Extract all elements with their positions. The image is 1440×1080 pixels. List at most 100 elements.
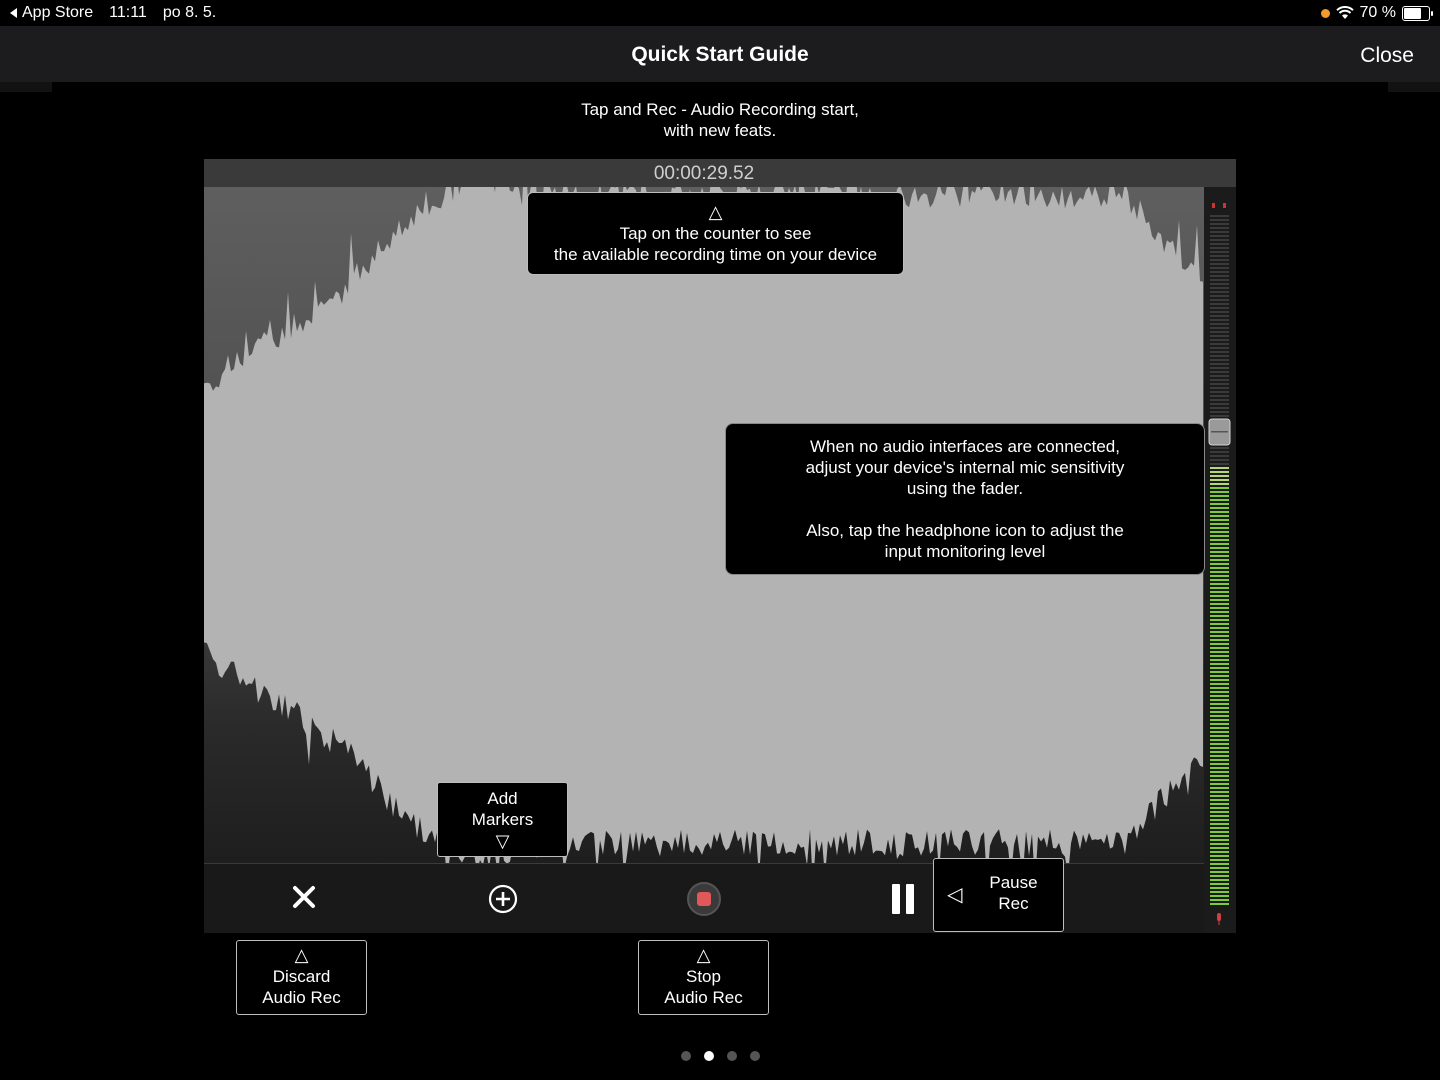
meter-segment — [1210, 871, 1229, 873]
meter-segment — [1210, 463, 1229, 465]
status-time: 11:11 — [109, 4, 147, 21]
meter-peak-right — [1223, 203, 1226, 208]
meter-segment — [1210, 407, 1229, 409]
meter-segment — [1210, 631, 1229, 633]
meter-segment — [1210, 411, 1229, 413]
meter-segment — [1210, 751, 1229, 753]
meter-segment — [1210, 895, 1229, 897]
stop-record-button[interactable] — [687, 882, 721, 916]
meter-segment — [1210, 687, 1229, 689]
level-meter-graphic — [1208, 203, 1231, 925]
meter-segment — [1210, 355, 1229, 357]
mic-icon-stand — [1218, 921, 1220, 925]
meter-segment — [1210, 391, 1229, 393]
meter-segment — [1210, 323, 1229, 325]
meter-segment — [1210, 339, 1229, 341]
page-dot-1[interactable] — [680, 1051, 691, 1061]
meter-segment — [1210, 767, 1229, 769]
meter-segment — [1210, 487, 1229, 489]
time-counter[interactable]: 00:00:29.52 — [204, 163, 1204, 185]
meter-segment — [1210, 351, 1229, 353]
fader-handle-line — [1211, 431, 1228, 433]
nav-bar: Quick Start Guide Close — [0, 26, 1440, 82]
meter-segment — [1210, 491, 1229, 493]
meter-segment — [1210, 635, 1229, 637]
close-button[interactable]: Close — [1360, 44, 1414, 68]
meter-segment — [1210, 527, 1229, 529]
meter-segment — [1210, 331, 1229, 333]
meter-segment — [1210, 663, 1229, 665]
meter-segment — [1210, 579, 1229, 581]
meter-segment — [1210, 395, 1229, 397]
meter-segment — [1210, 539, 1229, 541]
close-x-icon — [293, 886, 315, 908]
meter-segment — [1210, 603, 1229, 605]
meter-segment — [1210, 247, 1229, 249]
meter-segment — [1210, 315, 1229, 317]
meter-segment — [1210, 827, 1229, 829]
meter-segment — [1210, 795, 1229, 797]
meter-segment — [1210, 739, 1229, 741]
fader-callout-line-1: When no audio interfaces are connected, — [810, 437, 1120, 456]
page-dot-4[interactable] — [749, 1051, 760, 1061]
discard-button[interactable] — [289, 882, 319, 912]
meter-segment — [1210, 615, 1229, 617]
meter-segment — [1210, 507, 1229, 509]
status-date: po 8. 5. — [162, 4, 217, 21]
fader-callout-line-2: adjust your device's internal mic sensit… — [805, 458, 1125, 477]
mic-icon — [1217, 913, 1221, 921]
meter-segment — [1210, 719, 1229, 721]
level-meter-fader[interactable] — [1204, 187, 1236, 933]
meter-segment — [1210, 571, 1229, 573]
meter-segment — [1210, 679, 1229, 681]
meter-segment — [1210, 215, 1229, 217]
meter-segment — [1210, 879, 1229, 881]
battery-percent: 70 % — [1359, 4, 1396, 21]
subtitle-line-2: with new feats. — [663, 121, 777, 140]
meter-segment — [1210, 759, 1229, 761]
pause-button[interactable] — [892, 884, 916, 914]
meter-segment — [1210, 375, 1229, 377]
meter-peak-left — [1212, 203, 1215, 208]
meter-segment — [1210, 695, 1229, 697]
meter-segment — [1210, 515, 1229, 517]
meter-segment — [1210, 855, 1229, 857]
markers-callout: Add Markers ▽ — [437, 782, 568, 857]
triangle-left-icon: ◁ — [947, 884, 963, 906]
meter-segment — [1210, 587, 1229, 589]
orange-dot-icon — [1320, 8, 1330, 18]
page-dot-3[interactable] — [726, 1051, 737, 1061]
meter-segment — [1210, 711, 1229, 713]
meter-segment — [1210, 847, 1229, 849]
fader-callout: When no audio interfaces are connected, … — [725, 423, 1205, 575]
fader-callout-line-5: input monitoring level — [884, 542, 1046, 561]
discard-callout-line-2: Audio Rec — [262, 988, 341, 1007]
meter-segment — [1210, 295, 1229, 297]
meter-segment — [1210, 899, 1229, 901]
meter-segment — [1210, 859, 1229, 861]
meter-segment — [1210, 671, 1229, 673]
meter-segment — [1210, 519, 1229, 521]
meter-segment — [1210, 267, 1229, 269]
meter-segment — [1210, 843, 1229, 845]
meter-segment — [1210, 415, 1229, 417]
meter-segment — [1210, 867, 1229, 869]
meter-segment — [1210, 535, 1229, 537]
meter-segment — [1210, 771, 1229, 773]
back-to-app-store[interactable]: App Store — [8, 4, 93, 22]
page-indicator[interactable] — [0, 1051, 1440, 1061]
meter-segment — [1210, 531, 1229, 533]
discard-callout-line-1: Discard — [272, 967, 331, 986]
meter-segment — [1210, 623, 1229, 625]
add-marker-button[interactable] — [488, 884, 518, 914]
page-dot-2[interactable] — [703, 1051, 714, 1061]
back-arrow-icon — [10, 8, 17, 18]
meter-segment — [1210, 595, 1229, 597]
meter-segment — [1210, 287, 1229, 289]
meter-segment — [1210, 459, 1229, 461]
meter-segment — [1210, 343, 1229, 345]
meter-segment — [1210, 715, 1229, 717]
meter-segment — [1210, 239, 1229, 241]
meter-segment — [1210, 799, 1229, 801]
meter-segment — [1210, 523, 1229, 525]
